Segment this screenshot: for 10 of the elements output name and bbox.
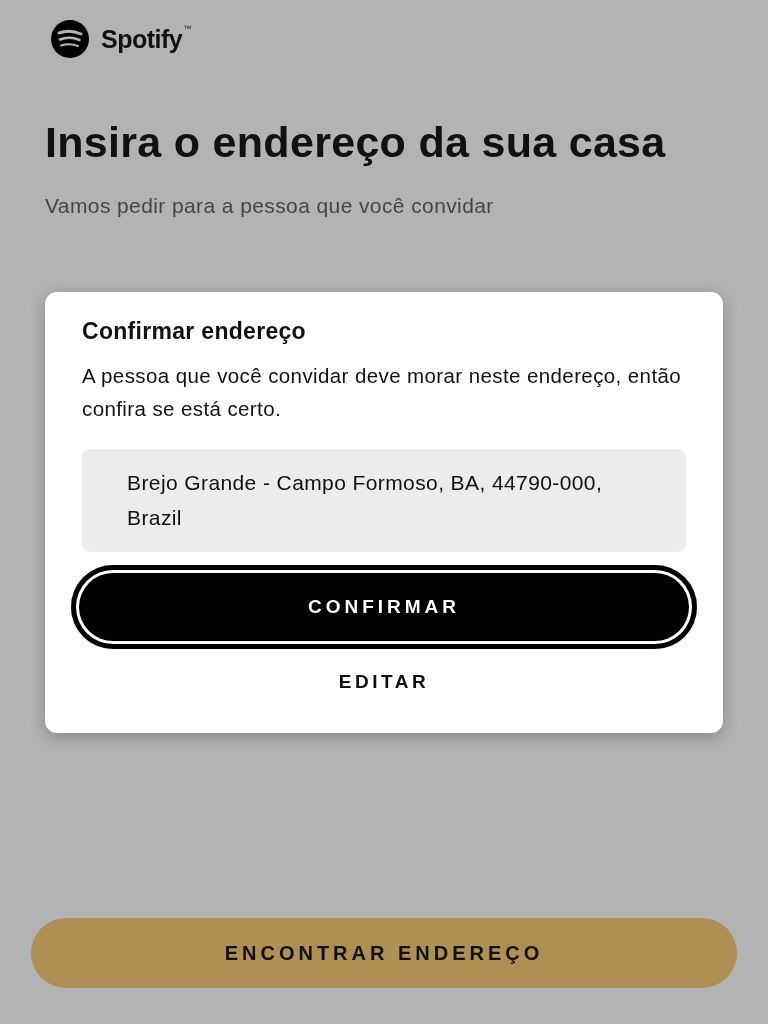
- trademark: ™: [183, 24, 192, 33]
- find-address-button[interactable]: ENCONTRAR ENDEREÇO: [31, 918, 737, 988]
- edit-button[interactable]: EDITAR: [338, 667, 430, 697]
- logo-text: Spotify: [101, 24, 183, 54]
- address-box: Brejo Grande - Campo Formoso, BA, 44790-000, Brazil: [82, 449, 686, 552]
- page-heading: Insira o endereço da sua casa: [45, 117, 667, 168]
- page-subtitle: Vamos pedir para a pessoa que você convidar: [45, 194, 495, 218]
- dialog-message: A pessoa que você convidar deve morar neste endereço, então confira se está certo.: [82, 363, 683, 422]
- dialog-title: Confirmar endereço: [82, 318, 307, 345]
- confirm-button[interactable]: CONFIRMAR: [71, 565, 697, 649]
